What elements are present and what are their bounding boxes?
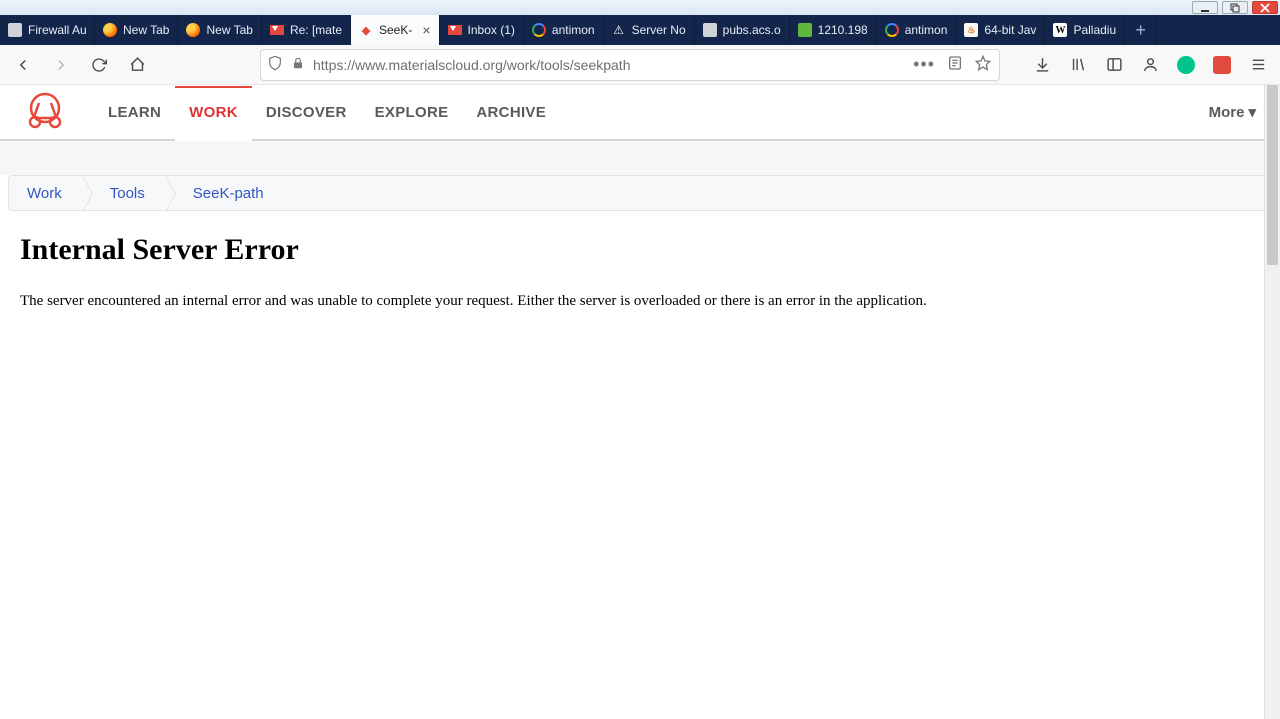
- page-viewport: LEARNWORKDISCOVEREXPLOREARCHIVE More ▾ W…: [0, 85, 1280, 719]
- scrollbar-thumb[interactable]: [1267, 85, 1278, 265]
- browser-tab-12[interactable]: W Palladiu: [1045, 15, 1125, 45]
- browser-tab-3[interactable]: Re: [mate: [262, 15, 351, 45]
- tab-favicon: W: [1053, 23, 1067, 37]
- nav-more-dropdown[interactable]: More ▾: [1209, 103, 1256, 121]
- tab-favicon: [103, 23, 117, 37]
- downloads-button[interactable]: [1028, 50, 1056, 80]
- tab-label: New Tab: [206, 23, 252, 37]
- browser-tab-10[interactable]: antimon: [877, 15, 957, 45]
- reload-button[interactable]: [84, 50, 114, 80]
- tab-favicon: ♨: [964, 23, 978, 37]
- nav-item-archive[interactable]: ARCHIVE: [462, 86, 560, 139]
- tab-favicon: [703, 23, 717, 37]
- extension-red-icon[interactable]: [1208, 50, 1236, 80]
- tab-favicon: [448, 23, 462, 37]
- tab-label: SeeK-: [379, 23, 412, 37]
- extension-green-icon[interactable]: [1172, 50, 1200, 80]
- tab-favicon: [270, 23, 284, 37]
- page-actions-ellipsis-icon[interactable]: •••: [911, 52, 937, 77]
- breadcrumb-item-0[interactable]: Work: [9, 176, 84, 210]
- browser-tab-9[interactable]: 1210.198: [790, 15, 877, 45]
- browser-tab-6[interactable]: antimon: [524, 15, 604, 45]
- nav-item-work[interactable]: WORK: [175, 86, 252, 139]
- breadcrumb-item-1[interactable]: Tools: [84, 176, 167, 210]
- window-close-button[interactable]: [1252, 1, 1278, 14]
- tab-favicon: [798, 23, 812, 37]
- tab-label: Palladiu: [1073, 23, 1116, 37]
- tab-label: Firewall Auth: [28, 23, 86, 37]
- forward-button[interactable]: [46, 50, 76, 80]
- home-button[interactable]: [122, 50, 152, 80]
- tab-label: Inbox (1): [468, 23, 515, 37]
- tab-close-icon[interactable]: ×: [422, 22, 430, 38]
- window-minimize-button[interactable]: [1192, 1, 1218, 14]
- nav-item-learn[interactable]: LEARN: [94, 86, 175, 139]
- header-gap: [0, 141, 1280, 175]
- window-titlebar: [0, 0, 1280, 15]
- address-input[interactable]: [313, 57, 903, 73]
- browser-tab-2[interactable]: New Tab: [178, 15, 261, 45]
- tab-favicon: ◆: [359, 23, 373, 37]
- url-bar[interactable]: •••: [260, 49, 1000, 81]
- browser-tab-4[interactable]: ◆ SeeK- ×: [351, 15, 440, 45]
- app-menu-button[interactable]: [1244, 50, 1272, 80]
- breadcrumb-item-2[interactable]: SeeK-path: [167, 176, 286, 210]
- error-body: The server encountered an internal error…: [20, 291, 1220, 311]
- breadcrumb: WorkToolsSeeK-path: [8, 175, 1272, 211]
- tab-label: New Tab: [123, 23, 169, 37]
- browser-tab-11[interactable]: ♨ 64-bit Jav: [956, 15, 1045, 45]
- error-title: Internal Server Error: [20, 233, 1260, 267]
- tab-label: 1210.198: [818, 23, 868, 37]
- primary-nav: LEARNWORKDISCOVEREXPLOREARCHIVE: [94, 86, 560, 139]
- browser-tab-8[interactable]: pubs.acs.org: [695, 15, 790, 45]
- nav-more-label: More: [1209, 104, 1245, 121]
- error-content: Internal Server Error The server encount…: [0, 211, 1280, 311]
- new-tab-button[interactable]: +: [1125, 15, 1157, 45]
- library-button[interactable]: [1064, 50, 1092, 80]
- tab-strip: Firewall Auth New Tab New Tab Re: [mate ◆ See…: [0, 15, 1280, 45]
- tab-favicon: [885, 23, 899, 37]
- account-button[interactable]: [1136, 50, 1164, 80]
- tab-label: antimon: [552, 23, 595, 37]
- browser-tab-5[interactable]: Inbox (1): [440, 15, 524, 45]
- site-logo[interactable]: [18, 90, 72, 134]
- reader-mode-icon[interactable]: [945, 53, 965, 76]
- tab-favicon: ⚠: [612, 23, 626, 37]
- browser-tab-7[interactable]: ⚠ Server No: [604, 15, 695, 45]
- tab-favicon: [8, 23, 22, 37]
- tracking-protection-icon[interactable]: [267, 55, 283, 74]
- window-maximize-button[interactable]: [1222, 1, 1248, 14]
- vertical-scrollbar[interactable]: [1264, 85, 1280, 719]
- browser-tab-0[interactable]: Firewall Auth: [0, 15, 95, 45]
- tab-favicon: [532, 23, 546, 37]
- site-header: LEARNWORKDISCOVEREXPLOREARCHIVE More ▾: [0, 85, 1280, 141]
- nav-item-explore[interactable]: EXPLORE: [361, 86, 463, 139]
- bookmark-star-icon[interactable]: [973, 53, 993, 76]
- tab-label: Server No: [632, 23, 686, 37]
- tab-label: pubs.acs.org: [723, 23, 781, 37]
- browser-tab-1[interactable]: New Tab: [95, 15, 178, 45]
- tab-label: 64-bit Jav: [984, 23, 1036, 37]
- sidebar-button[interactable]: [1100, 50, 1128, 80]
- nav-item-discover[interactable]: DISCOVER: [252, 86, 361, 139]
- back-button[interactable]: [8, 50, 38, 80]
- browser-toolbar: •••: [0, 45, 1280, 85]
- lock-icon[interactable]: [291, 56, 305, 73]
- tab-favicon: [186, 23, 200, 37]
- caret-down-icon: ▾: [1248, 103, 1256, 121]
- tab-label: Re: [mate: [290, 23, 342, 37]
- tab-label: antimon: [905, 23, 948, 37]
